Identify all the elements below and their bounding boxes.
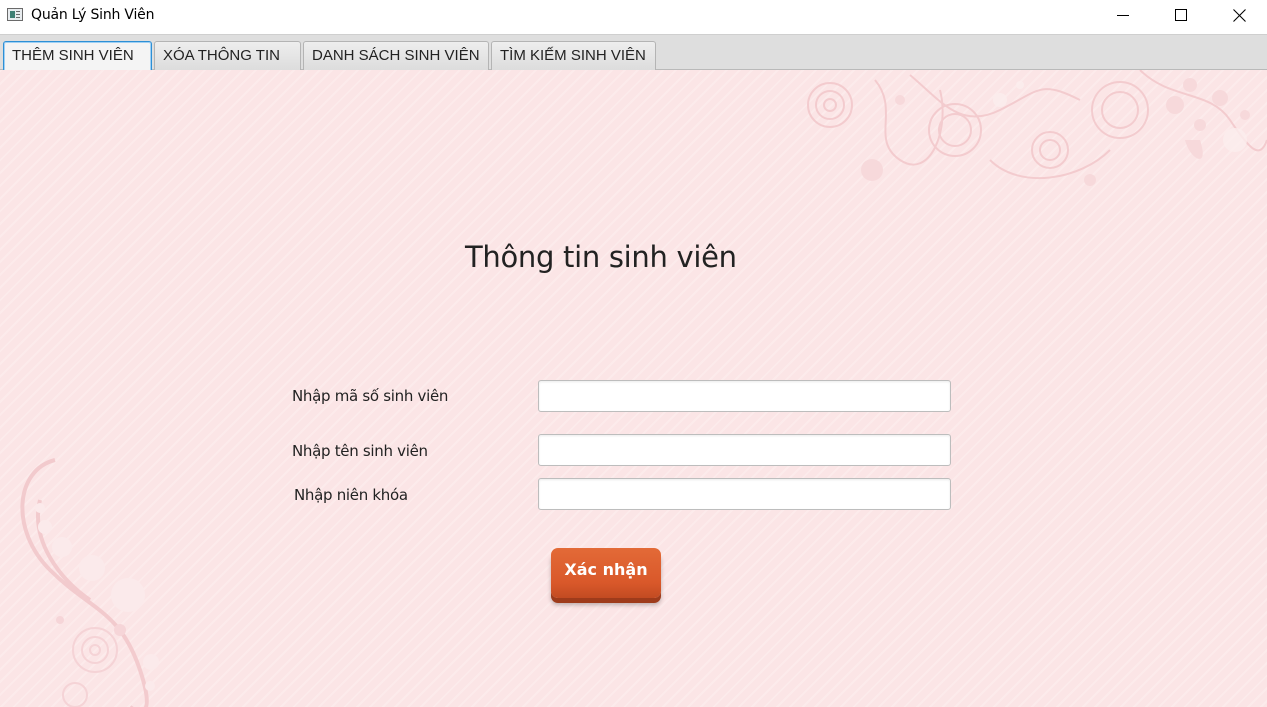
title-bar: Quản Lý Sinh Viên <box>0 0 1267 33</box>
academic-year-input[interactable] <box>538 478 951 510</box>
tab-them-sinh-vien[interactable]: THÊM SINH VIÊN <box>3 41 152 71</box>
add-student-panel: Thông tin sinh viên Nhập mã số sinh viên… <box>0 70 1267 707</box>
minimize-button[interactable] <box>1100 0 1146 31</box>
tab-xoa-thong-tin[interactable]: XÓA THÔNG TIN <box>154 41 301 71</box>
student-id-label: Nhập mã số sinh viên <box>292 387 449 405</box>
student-name-label: Nhập tên sinh viên <box>292 442 428 460</box>
minimize-icon <box>1117 15 1129 16</box>
confirm-button[interactable]: Xác nhận <box>551 548 661 598</box>
floral-ornament-top <box>807 70 1267 186</box>
maximize-icon <box>1175 9 1187 21</box>
app-window: Quản Lý Sinh Viên THÊM SINH VIÊN XÓA THÔ… <box>0 0 1267 707</box>
tab-tim-kiem-sinh-vien[interactable]: TÌM KIẾM SINH VIÊN <box>491 41 656 71</box>
window-title: Quản Lý Sinh Viên <box>31 7 155 23</box>
maximize-button[interactable] <box>1157 0 1203 31</box>
app-window-icon <box>7 8 23 21</box>
academic-year-label: Nhập niên khóa <box>294 486 408 504</box>
student-id-input[interactable] <box>538 380 951 412</box>
tab-danh-sach-sinh-vien[interactable]: DANH SÁCH SINH VIÊN <box>303 41 489 71</box>
close-button[interactable] <box>1216 0 1262 31</box>
tab-bar: THÊM SINH VIÊN XÓA THÔNG TIN DANH SÁCH S… <box>0 34 1267 71</box>
close-icon <box>1233 9 1246 22</box>
form-title: Thông tin sinh viên <box>465 240 737 274</box>
floral-ornament-bottom <box>20 458 159 707</box>
student-name-input[interactable] <box>538 434 951 466</box>
